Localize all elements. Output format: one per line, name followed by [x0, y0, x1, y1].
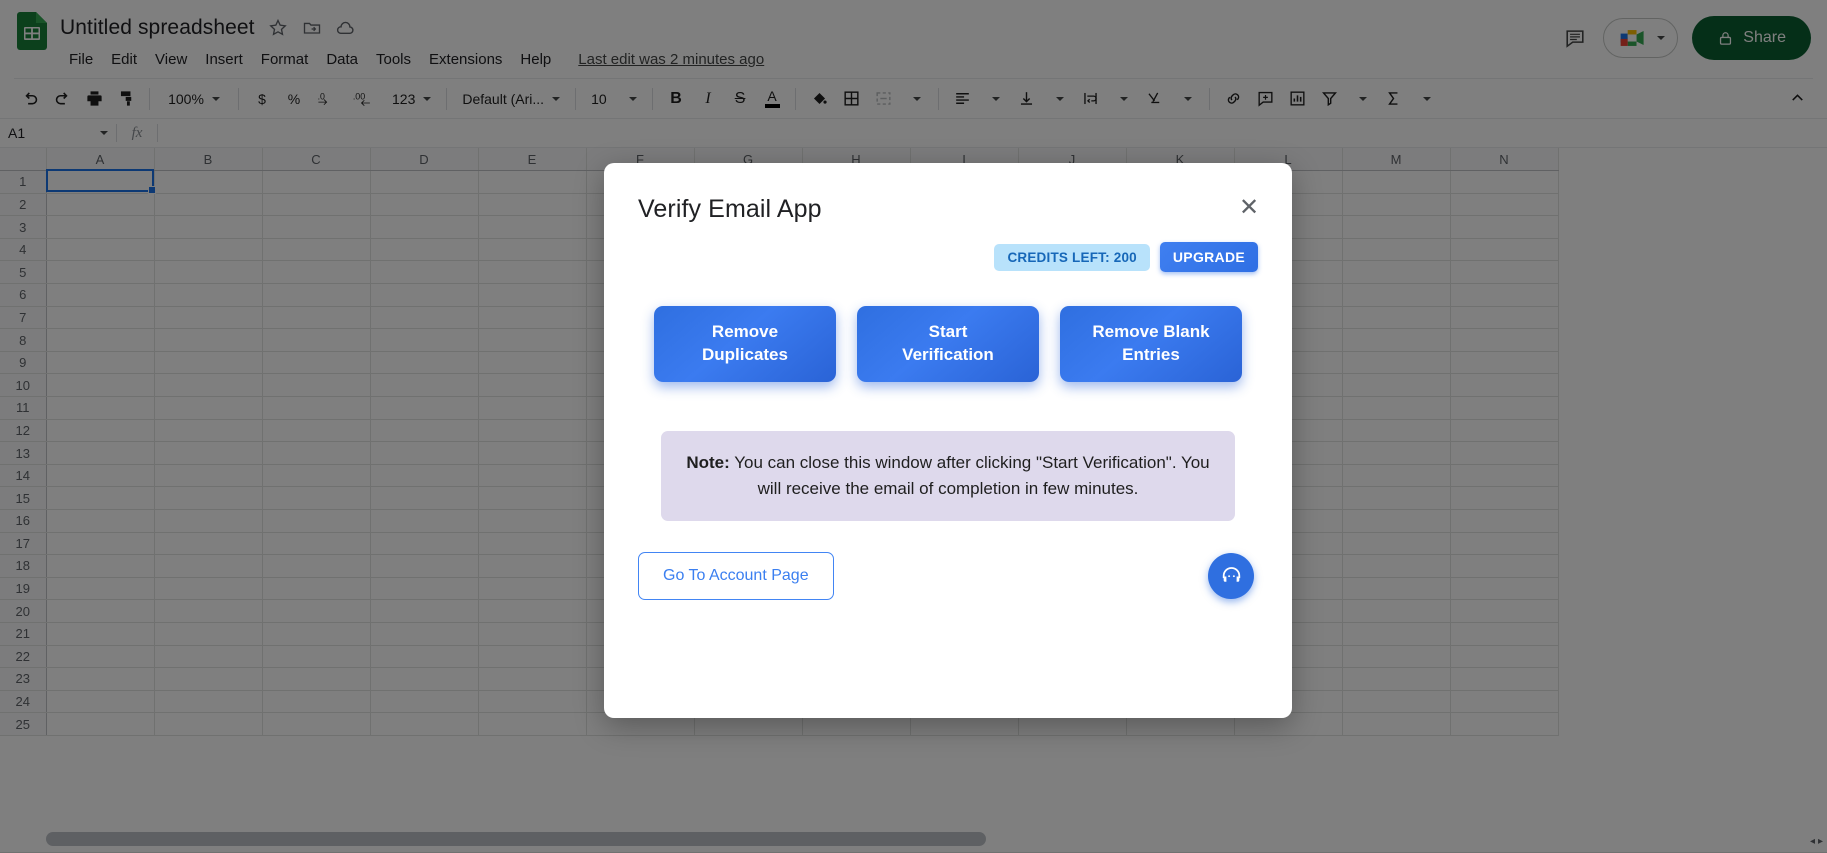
note-box: Note: You can close this window after cl… [661, 431, 1235, 521]
headset-support-icon[interactable] [1208, 552, 1254, 599]
credits-left-badge: CREDITS LEFT: 200 [994, 243, 1150, 271]
go-to-account-page-button[interactable]: Go To Account Page [638, 551, 834, 600]
dialog-header: Verify Email App ✕ [604, 163, 1292, 224]
screen: Untitled spreadsheet [0, 0, 1827, 853]
remove-duplicates-label-line2: Duplicates [702, 345, 788, 364]
remove-blank-entries-button[interactable]: Remove Blank Entries [1060, 306, 1242, 382]
action-buttons: Remove Duplicates Start Verification Rem… [604, 306, 1292, 382]
upgrade-button[interactable]: UPGRADE [1159, 242, 1258, 272]
verify-email-app-dialog: Verify Email App ✕ CREDITS LEFT: 200 UPG… [604, 163, 1292, 718]
dialog-title: Verify Email App [638, 195, 822, 223]
close-icon[interactable]: ✕ [1232, 191, 1266, 225]
credits-row: CREDITS LEFT: 200 UPGRADE [604, 224, 1292, 272]
dialog-footer: Go To Account Page [604, 521, 1292, 600]
remove-blank-entries-label-line1: Remove Blank [1092, 322, 1210, 342]
remove-blank-entries-label-line2: Entries [1122, 345, 1180, 364]
start-verification-label-line1: Start [928, 322, 968, 342]
note-label: Note: [686, 453, 730, 472]
note-text: You can close this window after clicking… [729, 453, 1210, 498]
start-verification-label-line2: Verification [902, 345, 994, 364]
start-verification-button[interactable]: Start Verification [857, 306, 1039, 382]
remove-duplicates-label-line1: Remove [711, 322, 779, 342]
remove-duplicates-button[interactable]: Remove Duplicates [654, 306, 836, 382]
